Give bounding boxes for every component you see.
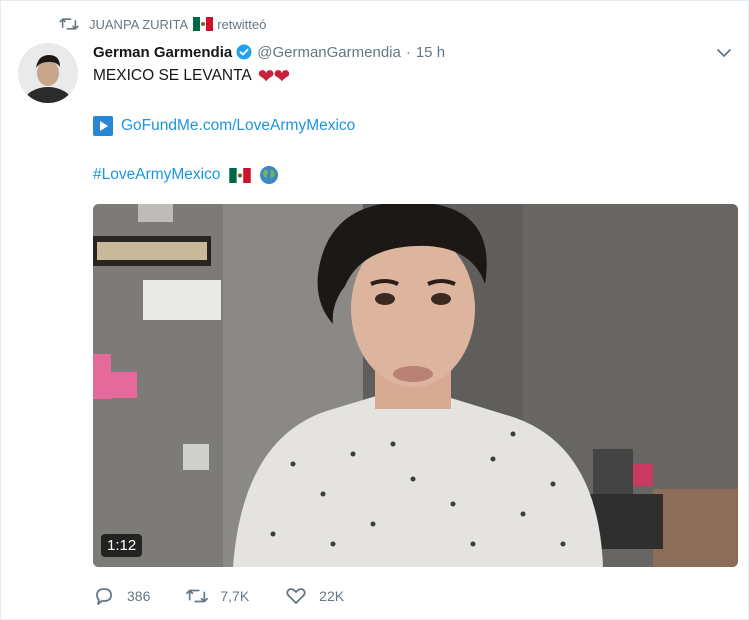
retweet-count: 7,7K xyxy=(220,588,250,604)
play-box-icon xyxy=(93,116,113,136)
hearts-emoji: ❤❤ xyxy=(257,65,291,88)
avatar-image xyxy=(18,43,78,103)
retweet-action-label: retwitteó xyxy=(217,16,267,32)
reply-count: 386 xyxy=(127,588,151,604)
like-count: 22K xyxy=(319,588,345,604)
verified-badge-icon xyxy=(236,44,252,60)
reply-button[interactable]: 386 xyxy=(93,586,150,606)
retweet-icon xyxy=(186,589,209,603)
author-name[interactable]: German Garmendia xyxy=(93,44,232,61)
like-button[interactable]: 22K xyxy=(285,586,344,606)
tweet-timestamp[interactable]: 15 h xyxy=(416,44,445,61)
like-icon xyxy=(286,588,306,604)
tweet-header: German Garmendia @GermanGarmendia · 15 h xyxy=(93,41,445,63)
hashtag-link[interactable]: #LoveArmyMexico xyxy=(93,166,221,184)
tweet-text: MEXICO SE LEVANTA ❤❤ xyxy=(93,65,291,88)
mexico-flag-icon xyxy=(193,17,214,31)
tweet-link[interactable]: GoFundMe.com/LoveArmyMexico xyxy=(93,115,355,137)
avatar[interactable] xyxy=(18,43,78,103)
tweet-actions: 386 7,7K 22K xyxy=(93,584,380,608)
tweet-hashtag-line: #LoveArmyMexico xyxy=(93,164,279,186)
author-handle[interactable]: @GermanGarmendia xyxy=(257,44,401,61)
retweet-icon xyxy=(59,18,79,30)
mexico-flag-icon xyxy=(228,167,251,183)
video-duration-badge: 1:12 xyxy=(101,534,143,557)
retweeter-name[interactable]: JUANPA ZURITA xyxy=(89,17,188,32)
retweet-context: JUANPA ZURITA retwitteó xyxy=(59,13,266,35)
video-player[interactable]: 1:12 xyxy=(93,204,738,567)
tweet-text-content: MEXICO SE LEVANTA xyxy=(93,67,252,84)
tweet-card[interactable]: JUANPA ZURITA retwitteó German Garmendia… xyxy=(0,0,749,620)
chevron-down-icon[interactable] xyxy=(716,45,732,61)
retweet-button[interactable]: 7,7K xyxy=(186,586,249,606)
globe-icon xyxy=(259,166,278,184)
meta-separator: · xyxy=(405,43,411,61)
reply-icon xyxy=(96,588,112,605)
gofundme-link[interactable]: GoFundMe.com/LoveArmyMexico xyxy=(121,117,355,135)
video-thumbnail xyxy=(93,204,738,567)
